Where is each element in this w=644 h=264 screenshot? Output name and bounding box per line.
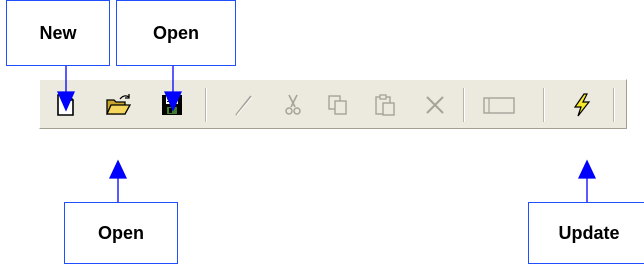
arrow-open-bottom-head: [108, 159, 128, 179]
arrow-update-head: [577, 159, 597, 179]
callout-arrows: [56, 66, 597, 202]
arrow-open-top-head: [163, 91, 183, 112]
arrow-new-head: [56, 91, 76, 112]
